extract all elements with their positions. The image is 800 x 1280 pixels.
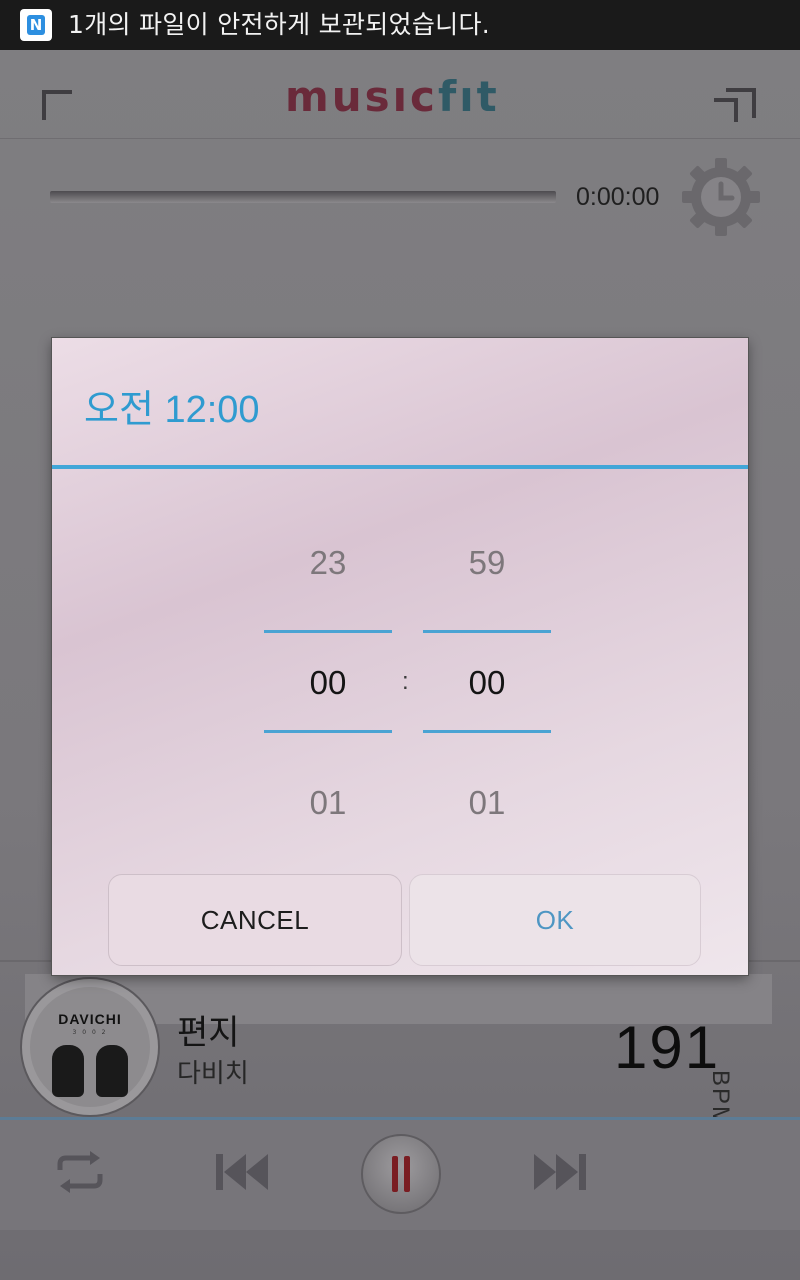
cancel-button[interactable]: CANCEL bbox=[108, 874, 402, 966]
dialog-title: 오전 12:00 bbox=[84, 389, 260, 431]
dialog-title-divider bbox=[52, 465, 748, 469]
minute-selection-line-bottom bbox=[423, 730, 551, 733]
hour-selection-line-top bbox=[264, 630, 392, 633]
playback-progress-bar[interactable] bbox=[50, 191, 556, 203]
timer-gear-icon[interactable] bbox=[680, 156, 762, 238]
previous-icon[interactable] bbox=[212, 1150, 272, 1194]
logo-text-music: musıc bbox=[285, 72, 438, 121]
minute-next-value[interactable]: 01 bbox=[423, 784, 551, 822]
hour-prev-value[interactable]: 23 bbox=[264, 544, 392, 582]
bpm-value: 191 bbox=[614, 1014, 721, 1081]
album-cover: DAVICHI 3 0 0 2 bbox=[30, 987, 150, 1107]
album-cover-title: DAVICHI bbox=[58, 1011, 122, 1027]
time-separator: : bbox=[402, 668, 409, 695]
album-art[interactable]: DAVICHI 3 0 0 2 bbox=[20, 977, 160, 1117]
repeat-icon[interactable] bbox=[52, 1150, 108, 1194]
status-bar: N 1개의 파일이 안전하게 보관되었습니다. bbox=[0, 0, 800, 50]
app-header: musıcfıt bbox=[0, 50, 800, 139]
hour-current-value[interactable]: 00 bbox=[264, 664, 392, 702]
app-badge-letter: N bbox=[27, 15, 45, 35]
musicfit-logo: musıcfıt bbox=[285, 72, 500, 121]
logo-text-fit: fıt bbox=[437, 72, 500, 121]
pause-bar-right bbox=[404, 1156, 410, 1192]
pause-button[interactable] bbox=[361, 1134, 441, 1214]
time-picker-dialog: 오전 12:00 23 00 01 : 59 00 01 CANCEL OK bbox=[52, 338, 748, 975]
notification-app-icon: N bbox=[20, 9, 52, 41]
elapsed-time: 0:00:00 bbox=[576, 183, 660, 211]
pause-bar-left bbox=[392, 1156, 398, 1192]
ok-button[interactable]: OK bbox=[409, 874, 701, 966]
album-figure-left bbox=[52, 1045, 84, 1097]
hour-selection-line-bottom bbox=[264, 730, 392, 733]
minute-prev-value[interactable]: 59 bbox=[423, 544, 551, 582]
song-title: 편지 bbox=[177, 1013, 240, 1053]
hour-next-value[interactable]: 01 bbox=[264, 784, 392, 822]
minute-selection-line-top bbox=[423, 630, 551, 633]
album-cover-subtitle: 3 0 0 2 bbox=[72, 1029, 108, 1036]
song-artist: 다비치 bbox=[177, 1059, 249, 1089]
collapse-icon[interactable] bbox=[42, 90, 72, 120]
next-icon[interactable] bbox=[530, 1150, 590, 1194]
minute-current-value[interactable]: 00 bbox=[423, 664, 551, 702]
notification-text: 1개의 파일이 안전하게 보관되었습니다. bbox=[68, 10, 490, 39]
album-figure-right bbox=[96, 1045, 128, 1097]
expand-icon[interactable] bbox=[714, 88, 756, 122]
